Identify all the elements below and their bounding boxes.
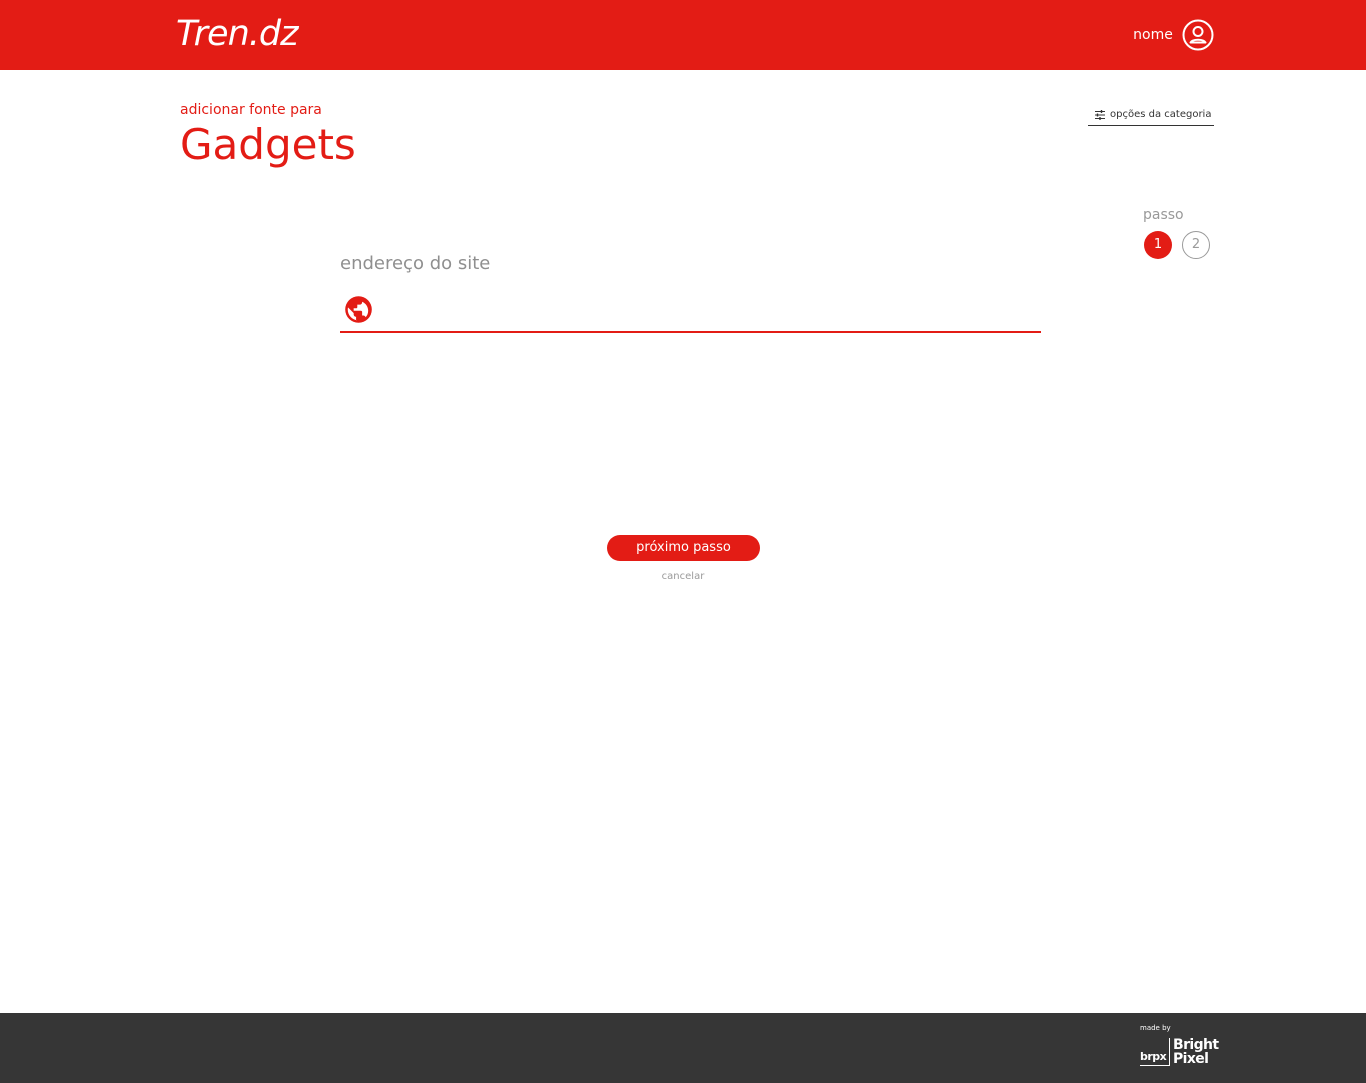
top-bar: Tren.dz nome	[0, 0, 1366, 70]
site-address-input[interactable]	[384, 294, 1034, 328]
globe-icon	[345, 296, 372, 323]
brpx-text: brpx	[1140, 1050, 1167, 1063]
site-address-field	[340, 290, 1041, 333]
user-name[interactable]: nome	[1126, 25, 1180, 45]
brand-line-2: Pixel	[1173, 1051, 1209, 1067]
next-step-button[interactable]: próximo passo	[607, 535, 760, 561]
site-address-label: endereço do site	[340, 253, 491, 274]
step-label: passo	[1143, 207, 1184, 223]
made-by-label: made by	[1140, 1024, 1171, 1032]
category-options-label: opções da categoria	[1110, 109, 1212, 120]
page-title: Gadgets	[180, 120, 356, 169]
page: Tren.dz nome adicionar fonte para Gadget…	[0, 0, 1366, 1083]
user-circle-icon[interactable]	[1182, 19, 1214, 51]
category-options-button[interactable]: opções da categoria	[1088, 105, 1214, 126]
sliders-icon	[1095, 110, 1105, 120]
step-1-indicator: 1	[1144, 231, 1172, 259]
brand-line-1: Bright	[1173, 1037, 1219, 1053]
step-2-indicator: 2	[1182, 231, 1210, 259]
app-logo[interactable]: Tren.dz	[176, 14, 298, 54]
page-subtitle: adicionar fonte para	[180, 102, 322, 118]
cancel-link[interactable]: cancelar	[633, 570, 733, 584]
footer: made by brpx Bright Pixel	[0, 1013, 1366, 1083]
bright-pixel-logo[interactable]: brpx Bright Pixel	[1140, 1036, 1219, 1068]
